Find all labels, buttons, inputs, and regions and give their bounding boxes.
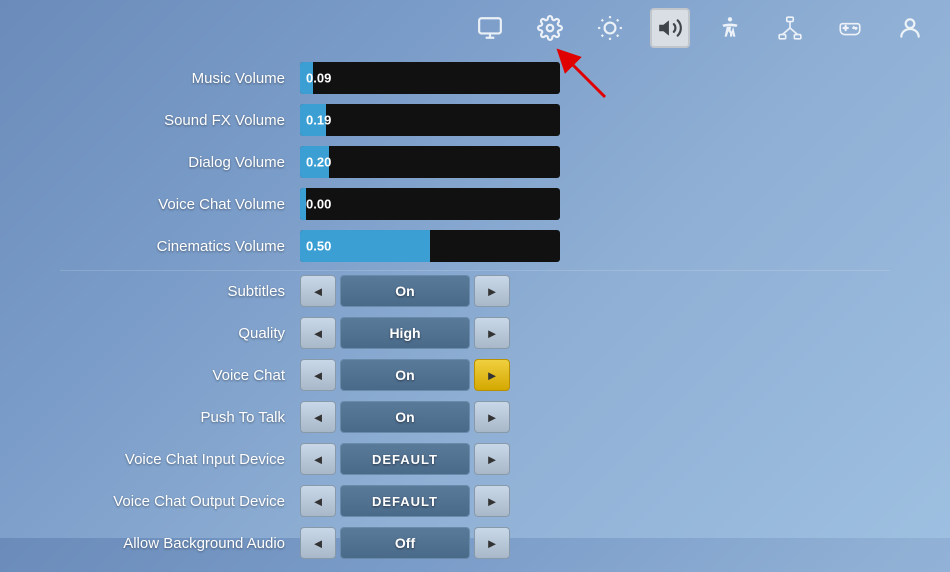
toggle-value: On xyxy=(340,275,470,307)
toggle-label: Voice Chat Input Device xyxy=(60,451,300,468)
slider-label: Voice Chat Volume xyxy=(60,196,300,213)
toggle-label: Voice Chat xyxy=(60,367,300,384)
toggle-row: Subtitles◄On► xyxy=(60,273,890,309)
brightness-nav-icon[interactable] xyxy=(590,8,630,48)
divider xyxy=(60,270,890,271)
slider-value: 0.19 xyxy=(306,113,331,128)
accessibility-nav-icon[interactable] xyxy=(710,8,750,48)
slider-value: 0.00 xyxy=(306,197,331,212)
slider-settings: Music Volume 0.09 Sound FX Volume 0.19 Dialo… xyxy=(60,60,890,264)
toggle-value: Off xyxy=(340,527,470,559)
toggle-left-button[interactable]: ◄ xyxy=(300,527,336,559)
toggle-value: High xyxy=(340,317,470,349)
toggle-group: ◄On► xyxy=(300,359,510,391)
slider-row: Voice Chat Volume 0.00 xyxy=(60,186,890,222)
slider-row: Music Volume 0.09 xyxy=(60,60,890,96)
slider-row: Cinematics Volume 0.50 xyxy=(60,228,890,264)
toggle-label: Subtitles xyxy=(60,283,300,300)
nav-icons xyxy=(470,8,930,48)
toggle-row: Voice Chat Output Device◄DEFAULT► xyxy=(60,483,890,519)
slider-value: 0.50 xyxy=(306,239,331,254)
toggle-right-button[interactable]: ► xyxy=(474,401,510,433)
toggle-group: ◄High► xyxy=(300,317,510,349)
toggle-group: ◄DEFAULT► xyxy=(300,443,510,475)
toggle-label: Quality xyxy=(60,325,300,342)
toggle-value: DEFAULT xyxy=(340,485,470,517)
toggle-left-button[interactable]: ◄ xyxy=(300,317,336,349)
toggle-settings: Subtitles◄On►Quality◄High►Voice Chat◄On►… xyxy=(60,273,890,561)
toggle-left-button[interactable]: ◄ xyxy=(300,485,336,517)
header xyxy=(0,0,950,55)
toggle-group: ◄Off► xyxy=(300,527,510,559)
toggle-label: Push To Talk xyxy=(60,409,300,426)
toggle-group: ◄On► xyxy=(300,275,510,307)
gear-nav-icon[interactable] xyxy=(530,8,570,48)
toggle-left-button[interactable]: ◄ xyxy=(300,359,336,391)
controller-nav-icon[interactable] xyxy=(830,8,870,48)
slider-row: Dialog Volume 0.20 xyxy=(60,144,890,180)
account-nav-icon[interactable] xyxy=(890,8,930,48)
slider-bar[interactable]: 0.00 xyxy=(300,188,560,220)
toggle-group: ◄DEFAULT► xyxy=(300,485,510,517)
slider-bar[interactable]: 0.50 xyxy=(300,230,560,262)
toggle-value: On xyxy=(340,359,470,391)
slider-bar[interactable]: 0.20 xyxy=(300,146,560,178)
toggle-group: ◄On► xyxy=(300,401,510,433)
toggle-row: Voice Chat◄On► xyxy=(60,357,890,393)
toggle-left-button[interactable]: ◄ xyxy=(300,443,336,475)
slider-row: Sound FX Volume 0.19 xyxy=(60,102,890,138)
toggle-row: Push To Talk◄On► xyxy=(60,399,890,435)
toggle-row: Allow Background Audio◄Off► xyxy=(60,525,890,561)
monitor-nav-icon[interactable] xyxy=(470,8,510,48)
toggle-row: Voice Chat Input Device◄DEFAULT► xyxy=(60,441,890,477)
slider-bar[interactable]: 0.19 xyxy=(300,104,560,136)
slider-label: Music Volume xyxy=(60,70,300,87)
toggle-value: On xyxy=(340,401,470,433)
toggle-right-button[interactable]: ► xyxy=(474,275,510,307)
toggle-right-button[interactable]: ► xyxy=(474,317,510,349)
slider-value: 0.09 xyxy=(306,71,331,86)
settings-panel: Music Volume 0.09 Sound FX Volume 0.19 Dialo… xyxy=(0,55,950,572)
audio-nav-icon[interactable] xyxy=(650,8,690,48)
slider-bar[interactable]: 0.09 xyxy=(300,62,560,94)
toggle-left-button[interactable]: ◄ xyxy=(300,401,336,433)
slider-value: 0.20 xyxy=(306,155,331,170)
toggle-right-button[interactable]: ► xyxy=(474,443,510,475)
toggle-right-button[interactable]: ► xyxy=(474,359,510,391)
toggle-right-button[interactable]: ► xyxy=(474,485,510,517)
network-nav-icon[interactable] xyxy=(770,8,810,48)
slider-label: Cinematics Volume xyxy=(60,238,300,255)
toggle-value: DEFAULT xyxy=(340,443,470,475)
toggle-row: Quality◄High► xyxy=(60,315,890,351)
toggle-label: Allow Background Audio xyxy=(60,535,300,552)
toggle-left-button[interactable]: ◄ xyxy=(300,275,336,307)
slider-label: Dialog Volume xyxy=(60,154,300,171)
toggle-right-button[interactable]: ► xyxy=(474,527,510,559)
slider-label: Sound FX Volume xyxy=(60,112,300,129)
toggle-label: Voice Chat Output Device xyxy=(60,493,300,510)
